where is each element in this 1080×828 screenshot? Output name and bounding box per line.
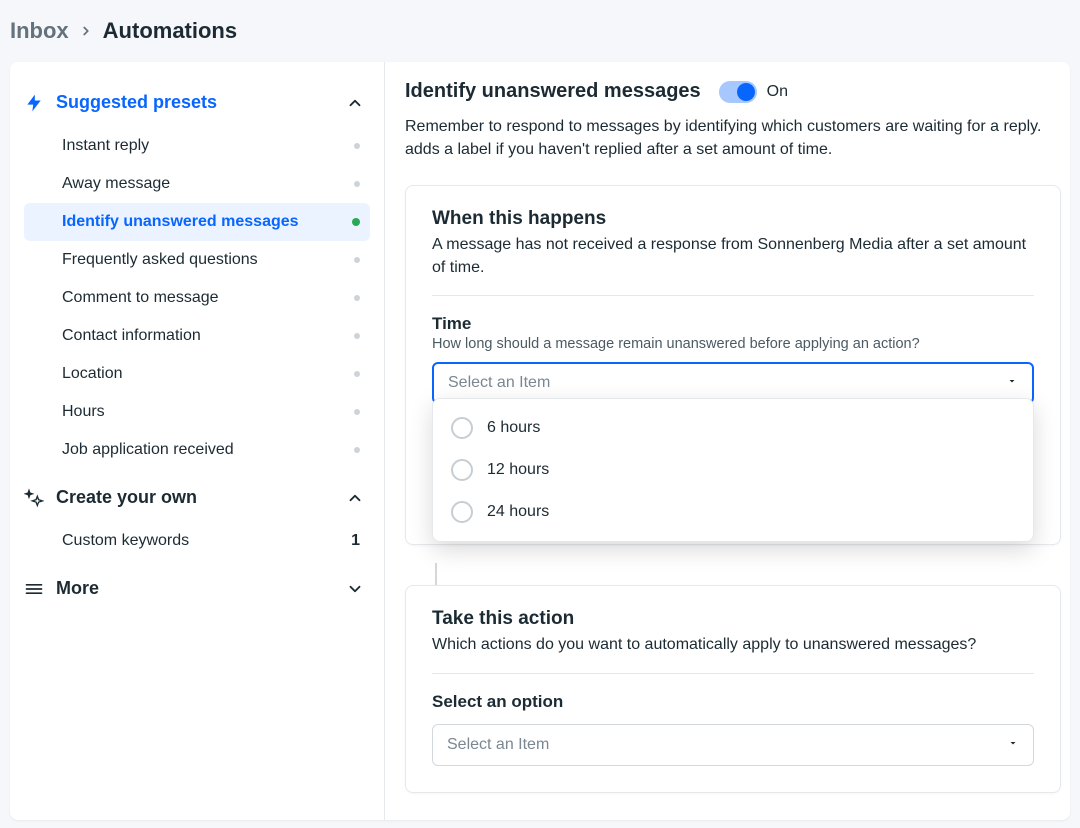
more-title: More	[56, 578, 99, 599]
preset-hours[interactable]: Hours	[24, 393, 370, 431]
chevron-up-icon	[346, 489, 364, 507]
sidebar-section-presets[interactable]: Suggested presets	[24, 82, 370, 123]
toggle-knob	[737, 83, 755, 101]
custom-count: 1	[351, 532, 360, 550]
radio-icon	[451, 459, 473, 481]
status-dot	[354, 257, 360, 263]
action-select[interactable]: Select an Item	[432, 724, 1034, 766]
breadcrumb-current: Automations	[103, 18, 237, 44]
radio-icon	[451, 501, 473, 523]
custom-label: Custom keywords	[62, 532, 189, 550]
preset-job-application[interactable]: Job application received	[24, 431, 370, 469]
preset-faq[interactable]: Frequently asked questions	[24, 241, 370, 279]
option-label: 24 hours	[487, 503, 549, 521]
sidebar-section-more[interactable]: More	[24, 568, 370, 609]
when-this-happens-card: When this happens A message has not rece…	[405, 185, 1061, 545]
select-placeholder: Select an Item	[447, 736, 549, 754]
preset-label: Frequently asked questions	[62, 251, 258, 269]
preset-identify-unanswered[interactable]: Identify unanswered messages	[24, 203, 370, 241]
card-title: Take this action	[432, 608, 1034, 634]
time-label: Time	[432, 314, 1034, 336]
card-subtitle: A message has not received a response fr…	[432, 234, 1034, 295]
preset-label: Identify unanswered messages	[62, 213, 299, 231]
preset-instant-reply[interactable]: Instant reply	[24, 127, 370, 165]
preset-list: Instant reply Away message Identify unan…	[24, 127, 370, 469]
option-label: 6 hours	[487, 419, 540, 437]
preset-away-message[interactable]: Away message	[24, 165, 370, 203]
time-help: How long should a message remain unanswe…	[432, 336, 1034, 362]
preset-label: Location	[62, 365, 123, 383]
chevron-right-icon	[79, 18, 93, 44]
preset-label: Contact information	[62, 327, 201, 345]
caret-down-icon	[1006, 374, 1018, 392]
status-dot	[354, 333, 360, 339]
time-dropdown: 6 hours 12 hours 24 hours	[432, 398, 1034, 542]
main-panel: Suggested presets Instant reply Away mes…	[10, 62, 1070, 820]
status-dot	[354, 181, 360, 187]
divider	[432, 295, 1034, 296]
caret-down-icon	[1007, 736, 1019, 754]
toggle-state-label: On	[767, 83, 788, 101]
status-dot	[354, 295, 360, 301]
sparkle-icon	[24, 488, 44, 508]
custom-list: Custom keywords 1	[24, 522, 370, 560]
option-label: Select an option	[432, 692, 1034, 714]
preset-label: Away message	[62, 175, 170, 193]
divider	[432, 673, 1034, 674]
lightning-icon	[24, 93, 44, 113]
breadcrumb: Inbox Automations	[0, 0, 1080, 62]
presets-title: Suggested presets	[56, 92, 217, 113]
enable-toggle[interactable]: On	[719, 81, 788, 103]
time-option-24h[interactable]: 24 hours	[433, 491, 1033, 533]
preset-location[interactable]: Location	[24, 355, 370, 393]
chevron-up-icon	[346, 94, 364, 112]
take-this-action-card: Take this action Which actions do you wa…	[405, 585, 1061, 792]
preset-label: Job application received	[62, 441, 234, 459]
sidebar: Suggested presets Instant reply Away mes…	[10, 62, 385, 820]
page-description: Remember to respond to messages by ident…	[405, 111, 1070, 175]
toggle-switch[interactable]	[719, 81, 757, 103]
preset-label: Instant reply	[62, 137, 149, 155]
card-subtitle: Which actions do you want to automatical…	[432, 634, 1034, 672]
preset-comment-to-message[interactable]: Comment to message	[24, 279, 370, 317]
card-title: When this happens	[432, 208, 1034, 234]
option-label: 12 hours	[487, 461, 549, 479]
status-dot-active	[352, 218, 360, 226]
breadcrumb-parent[interactable]: Inbox	[10, 18, 69, 44]
time-option-12h[interactable]: 12 hours	[433, 449, 1033, 491]
radio-icon	[451, 417, 473, 439]
sidebar-section-create[interactable]: Create your own	[24, 477, 370, 518]
preset-label: Comment to message	[62, 289, 219, 307]
preset-contact-info[interactable]: Contact information	[24, 317, 370, 355]
chevron-down-icon	[346, 580, 364, 598]
status-dot	[354, 143, 360, 149]
status-dot	[354, 371, 360, 377]
select-placeholder: Select an Item	[448, 374, 550, 392]
time-option-6h[interactable]: 6 hours	[433, 407, 1033, 449]
card-connector	[435, 563, 437, 585]
main-content: Identify unanswered messages On Remember…	[385, 62, 1070, 820]
page-title: Identify unanswered messages	[405, 80, 701, 103]
hamburger-icon	[24, 579, 44, 599]
create-title: Create your own	[56, 487, 197, 508]
custom-keywords[interactable]: Custom keywords 1	[24, 522, 370, 560]
status-dot	[354, 447, 360, 453]
preset-label: Hours	[62, 403, 105, 421]
main-header: Identify unanswered messages On	[405, 80, 1070, 111]
status-dot	[354, 409, 360, 415]
